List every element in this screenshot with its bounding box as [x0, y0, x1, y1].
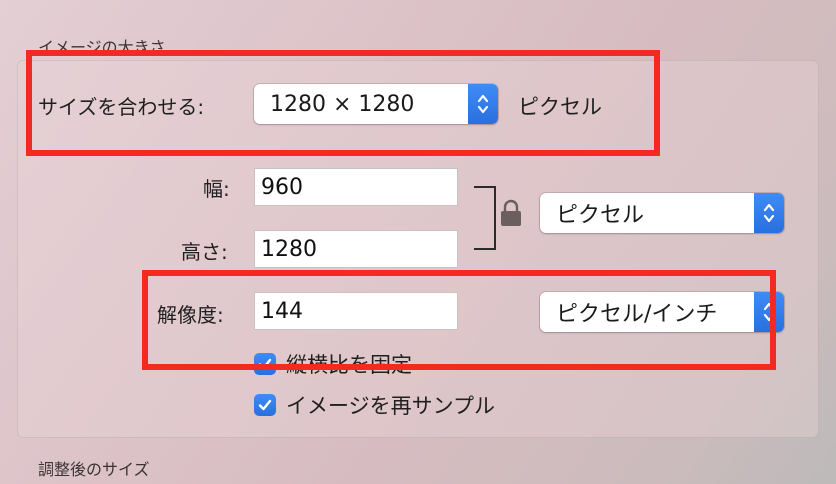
- size-unit-value: ピクセル: [556, 203, 645, 228]
- height-field[interactable]: 1280: [254, 230, 458, 268]
- height-label: 高さ:: [181, 240, 228, 264]
- width-label: 幅:: [203, 177, 230, 201]
- checkmark-icon: [258, 399, 272, 411]
- resample-row[interactable]: イメージを再サンプル: [254, 390, 495, 420]
- resample-checkbox[interactable]: [254, 394, 276, 416]
- width-field[interactable]: 960: [254, 168, 458, 206]
- lock-icon[interactable]: [499, 198, 523, 232]
- highlight-box-resolution: [142, 270, 776, 370]
- resample-label: イメージを再サンプル: [286, 394, 495, 418]
- up-down-chevron-icon[interactable]: [754, 193, 784, 233]
- size-unit-combo[interactable]: ピクセル: [540, 193, 784, 233]
- resulting-size-section-title: 調整後のサイズ: [38, 460, 150, 479]
- highlight-box-fit: [26, 50, 660, 156]
- proportion-bracket: [474, 186, 496, 250]
